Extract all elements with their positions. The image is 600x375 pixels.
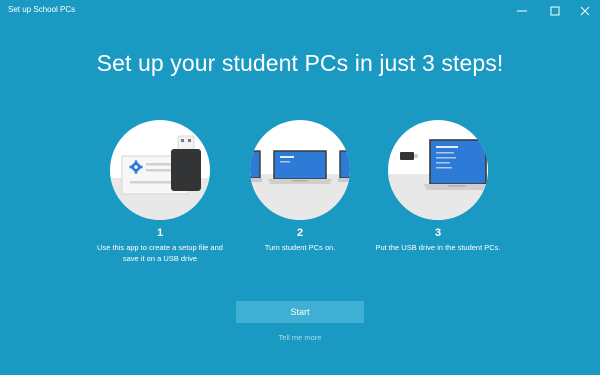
page-title: Set up your student PCs in just 3 steps!	[96, 50, 504, 76]
step-3-illustration	[388, 120, 488, 220]
step-2-number: 2	[296, 227, 304, 239]
tell-me-more-link[interactable]: Tell me more	[0, 333, 600, 342]
laptop-usb-icon	[388, 139, 488, 220]
step-3-text: Put the USB drive in the student PCs.	[375, 243, 501, 252]
minimize-button[interactable]	[507, 0, 537, 22]
step-1-illustration	[110, 120, 210, 220]
title-bar: Set up School PCs	[0, 0, 600, 22]
step-2-text: Turn student PCs on.	[264, 243, 336, 252]
step-1-text: Use this app to create a setup file and …	[97, 243, 223, 263]
close-icon	[580, 6, 590, 16]
usb-drive-icon	[110, 135, 210, 220]
close-button[interactable]	[570, 0, 600, 22]
start-button[interactable]: Start	[236, 301, 364, 323]
maximize-icon	[550, 6, 560, 16]
step-2-illustration	[250, 120, 350, 220]
window-title: Set up School PCs	[8, 5, 76, 14]
step-3-number: 3	[434, 227, 442, 239]
step-1-number: 1	[156, 227, 164, 239]
minimize-icon	[517, 10, 527, 12]
maximize-button[interactable]	[540, 0, 570, 22]
laptops-icon	[250, 150, 350, 220]
